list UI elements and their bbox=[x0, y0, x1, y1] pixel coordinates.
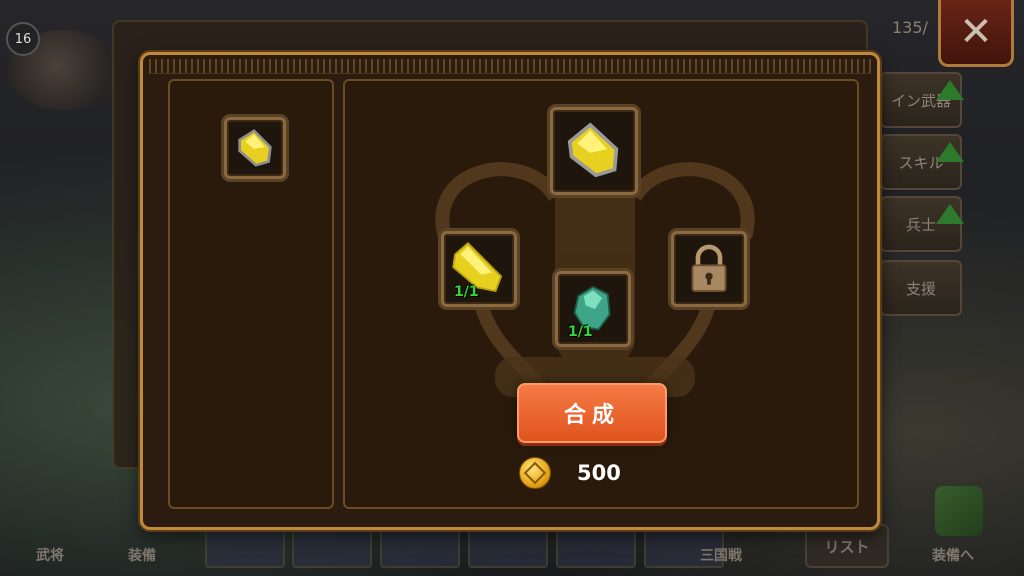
side-tab-support[interactable]: 支援 bbox=[880, 260, 962, 316]
side-tab-soldier[interactable]: 兵士 bbox=[880, 196, 964, 252]
level-badge: 16 bbox=[6, 22, 40, 56]
bottom-card[interactable] bbox=[556, 526, 636, 568]
combine-button[interactable]: 合成 bbox=[517, 383, 667, 443]
meander-border bbox=[149, 59, 871, 74]
tab-officer[interactable]: 武将 bbox=[36, 545, 64, 565]
material-slot-2[interactable]: 1/1 bbox=[555, 271, 631, 347]
side-tab-weapon[interactable]: イン武器 bbox=[880, 72, 964, 128]
material-slot-locked[interactable] bbox=[671, 231, 747, 307]
combine-panel: 1/1 1/1 合成 500 bbox=[343, 79, 859, 509]
upgrade-arrow-icon bbox=[936, 204, 964, 224]
material-slot-1[interactable]: 1/1 bbox=[441, 231, 517, 307]
tab-equipment[interactable]: 装備 bbox=[128, 545, 156, 565]
combine-dialog: 1/1 1/1 合成 500 bbox=[140, 52, 880, 530]
equip-arrow-icon[interactable] bbox=[935, 486, 983, 536]
list-button[interactable]: リスト bbox=[805, 524, 889, 568]
close-button[interactable]: ✕ bbox=[938, 0, 1014, 67]
target-item-slot[interactable] bbox=[550, 107, 638, 195]
resource-value: 135/ bbox=[892, 18, 928, 37]
item-list-panel bbox=[168, 79, 334, 509]
cost-value: 500 bbox=[577, 461, 621, 485]
bottom-card[interactable] bbox=[468, 526, 548, 568]
upgrade-arrow-icon bbox=[936, 80, 964, 100]
yellow-crystal-icon bbox=[567, 122, 619, 178]
to-equipment-button[interactable]: 装備へ bbox=[932, 545, 974, 565]
upgrade-arrow-icon bbox=[936, 142, 964, 162]
yellow-crystal-icon bbox=[238, 129, 272, 167]
side-tab-skill[interactable]: スキル bbox=[880, 134, 964, 190]
close-icon: ✕ bbox=[959, 9, 993, 55]
bottom-card[interactable] bbox=[380, 526, 460, 568]
bottom-card[interactable] bbox=[292, 526, 372, 568]
side-tab-label: 兵士 bbox=[905, 215, 936, 234]
bottom-card[interactable] bbox=[205, 526, 285, 568]
cost-display: 500 bbox=[519, 455, 621, 491]
item-list-slot[interactable] bbox=[224, 117, 286, 179]
material-count: 1/1 bbox=[454, 284, 479, 300]
tab-three-kingdoms[interactable]: 三国戦 bbox=[700, 545, 742, 565]
lock-icon bbox=[691, 244, 727, 293]
gold-coin-icon bbox=[519, 457, 551, 489]
material-count: 1/1 bbox=[568, 324, 593, 340]
side-tab-label: 支援 bbox=[905, 279, 936, 298]
